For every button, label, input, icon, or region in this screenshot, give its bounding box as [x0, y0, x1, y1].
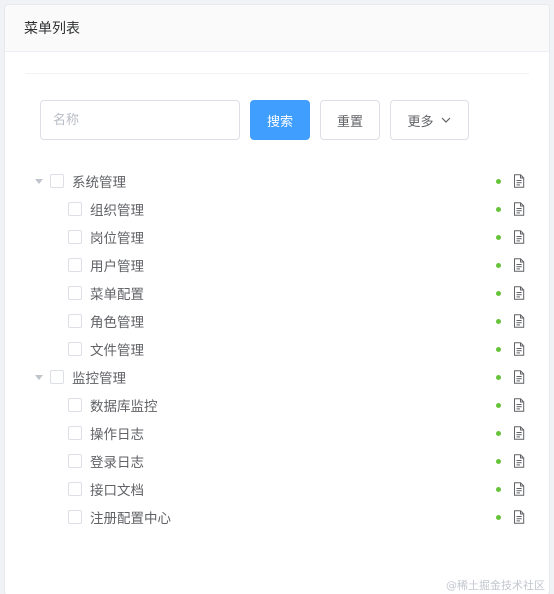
document-icon[interactable]: [513, 286, 525, 300]
status-dot: [496, 290, 501, 296]
status-dot: [496, 458, 501, 464]
status-dot: [496, 346, 501, 352]
reset-button[interactable]: 重置: [320, 100, 380, 140]
card-header: 菜单列表: [5, 5, 549, 52]
row-actions: [496, 279, 525, 307]
status-dot: [496, 206, 501, 212]
document-icon[interactable]: [513, 174, 525, 188]
row-actions: [496, 363, 525, 391]
status-dot: [496, 514, 501, 520]
tree-node[interactable]: 菜单配置: [29, 279, 525, 307]
document-icon[interactable]: [513, 230, 525, 244]
tree-node[interactable]: 接口文档: [29, 475, 525, 503]
node-label: 登录日志: [90, 455, 144, 471]
search-toolbar: 搜索 重置 更多: [40, 100, 469, 140]
node-checkbox[interactable]: [68, 202, 82, 216]
node-label: 用户管理: [90, 259, 144, 275]
tree-node-parent[interactable]: 系统管理: [29, 167, 525, 195]
menu-list-card: 菜单列表 搜索 重置 更多 系统管理组织管理岗位管理用户管理菜单配置角色管理文件…: [4, 4, 550, 594]
tree-node[interactable]: 用户管理: [29, 251, 525, 279]
caret-down-icon[interactable]: [33, 175, 45, 187]
caret-down-icon[interactable]: [33, 371, 45, 383]
status-dot: [496, 234, 501, 240]
divider: [25, 73, 529, 74]
document-icon[interactable]: [513, 370, 525, 384]
document-icon[interactable]: [513, 342, 525, 356]
document-icon[interactable]: [513, 258, 525, 272]
node-checkbox[interactable]: [68, 342, 82, 356]
node-checkbox[interactable]: [50, 174, 64, 188]
row-actions: [496, 419, 525, 447]
status-dot: [496, 178, 501, 184]
node-checkbox[interactable]: [50, 370, 64, 384]
tree-node[interactable]: 登录日志: [29, 447, 525, 475]
status-dot: [496, 262, 501, 268]
tree-node[interactable]: 注册配置中心: [29, 503, 525, 531]
row-actions: [496, 195, 525, 223]
tree-node[interactable]: 岗位管理: [29, 223, 525, 251]
row-actions: [496, 391, 525, 419]
node-checkbox[interactable]: [68, 398, 82, 412]
row-actions: [496, 447, 525, 475]
status-dot: [496, 318, 501, 324]
node-label: 岗位管理: [90, 231, 144, 247]
status-dot: [496, 374, 501, 380]
node-label: 接口文档: [90, 483, 144, 499]
node-label: 系统管理: [72, 175, 126, 191]
document-icon[interactable]: [513, 426, 525, 440]
tree-node[interactable]: 组织管理: [29, 195, 525, 223]
row-actions: [496, 475, 525, 503]
node-label: 组织管理: [90, 203, 144, 219]
tree-node[interactable]: 数据库监控: [29, 391, 525, 419]
tree-node-parent[interactable]: 监控管理: [29, 363, 525, 391]
status-dot: [496, 486, 501, 492]
node-checkbox[interactable]: [68, 286, 82, 300]
page-title: 菜单列表: [24, 21, 80, 37]
status-dot: [496, 430, 501, 436]
row-actions: [496, 503, 525, 531]
search-button[interactable]: 搜索: [250, 100, 310, 140]
tree-node[interactable]: 文件管理: [29, 335, 525, 363]
watermark: @稀土掘金技术社区: [446, 579, 545, 592]
node-label: 角色管理: [90, 315, 144, 331]
more-button[interactable]: 更多: [390, 100, 469, 140]
more-button-label: 更多: [407, 114, 434, 130]
node-label: 操作日志: [90, 427, 144, 443]
node-checkbox[interactable]: [68, 510, 82, 524]
node-checkbox[interactable]: [68, 258, 82, 272]
document-icon[interactable]: [513, 202, 525, 216]
node-checkbox[interactable]: [68, 454, 82, 468]
status-dot: [496, 402, 501, 408]
row-actions: [496, 307, 525, 335]
document-icon[interactable]: [513, 314, 525, 328]
tree-node[interactable]: 角色管理: [29, 307, 525, 335]
node-label: 菜单配置: [90, 287, 144, 303]
node-checkbox[interactable]: [68, 230, 82, 244]
document-icon[interactable]: [513, 482, 525, 496]
row-actions: [496, 167, 525, 195]
node-label: 监控管理: [72, 371, 126, 387]
node-label: 数据库监控: [90, 399, 158, 415]
node-checkbox[interactable]: [68, 426, 82, 440]
document-icon[interactable]: [513, 398, 525, 412]
document-icon[interactable]: [513, 454, 525, 468]
node-label: 注册配置中心: [90, 511, 171, 527]
document-icon[interactable]: [513, 510, 525, 524]
node-checkbox[interactable]: [68, 482, 82, 496]
node-checkbox[interactable]: [68, 314, 82, 328]
row-actions: [496, 335, 525, 363]
node-label: 文件管理: [90, 343, 144, 359]
tree-node[interactable]: 操作日志: [29, 419, 525, 447]
row-actions: [496, 251, 525, 279]
row-actions: [496, 223, 525, 251]
menu-tree: 系统管理组织管理岗位管理用户管理菜单配置角色管理文件管理监控管理数据库监控操作日…: [29, 167, 525, 531]
name-search-input[interactable]: [40, 100, 240, 140]
chevron-down-icon: [440, 114, 452, 126]
